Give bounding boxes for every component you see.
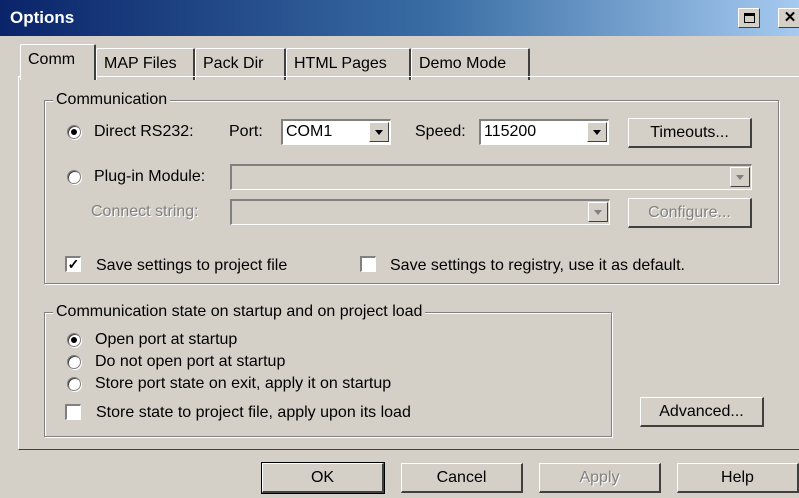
- open-port-radio[interactable]: [67, 333, 81, 347]
- speed-value: 115200: [484, 123, 537, 140]
- save-to-project-label: Save settings to project file: [96, 257, 288, 274]
- speed-select[interactable]: 115200: [479, 119, 609, 145]
- title-bar[interactable]: Options ✕: [0, 0, 799, 36]
- close-icon: ✕: [783, 9, 797, 26]
- chevron-down-icon[interactable]: [588, 202, 608, 222]
- direct-rs232-radio[interactable]: [67, 125, 81, 139]
- apply-button[interactable]: Apply: [539, 463, 661, 493]
- window-title: Options: [10, 8, 75, 27]
- save-to-registry-checkbox[interactable]: [360, 256, 376, 272]
- restore-icon: [744, 13, 755, 23]
- save-to-project-checkbox[interactable]: ✓: [65, 256, 81, 272]
- chevron-down-icon[interactable]: [369, 122, 389, 142]
- do-not-open-port-radio[interactable]: [67, 355, 81, 369]
- port-select[interactable]: COM1: [281, 119, 391, 145]
- store-state-checkbox[interactable]: [65, 404, 81, 420]
- restore-button[interactable]: [738, 8, 760, 28]
- chevron-down-icon[interactable]: [730, 167, 750, 187]
- help-button[interactable]: Help: [677, 463, 799, 493]
- connect-string-select[interactable]: [230, 199, 610, 225]
- communication-group-label: Communication: [53, 90, 171, 110]
- timeouts-button[interactable]: Timeouts...: [628, 118, 752, 148]
- advanced-button[interactable]: Advanced...: [640, 397, 764, 427]
- chevron-down-icon[interactable]: [587, 122, 607, 142]
- open-port-label: Open port at startup: [95, 331, 238, 348]
- speed-label: Speed:: [415, 123, 466, 140]
- cancel-button[interactable]: Cancel: [401, 463, 523, 493]
- ok-button[interactable]: OK: [261, 462, 385, 494]
- port-label: Port:: [229, 123, 263, 140]
- store-port-state-radio[interactable]: [67, 377, 81, 391]
- options-dialog: Options ✕ Comm MAP Files Pack Dir HTML P…: [0, 0, 799, 498]
- connect-string-label: Connect string:: [91, 203, 199, 220]
- close-button[interactable]: ✕: [778, 8, 799, 28]
- direct-rs232-label: Direct RS232:: [94, 123, 194, 140]
- plugin-module-select[interactable]: [230, 164, 752, 190]
- plugin-module-label: Plug-in Module:: [94, 168, 206, 185]
- do-not-open-port-label: Do not open port at startup: [95, 353, 286, 370]
- tab-comm[interactable]: Comm: [20, 44, 96, 80]
- startup-group-label: Communication state on startup and on pr…: [53, 302, 426, 322]
- save-to-registry-label: Save settings to registry, use it as def…: [390, 257, 685, 274]
- configure-button[interactable]: Configure...: [628, 198, 752, 228]
- plugin-module-radio[interactable]: [67, 170, 81, 184]
- store-port-state-label: Store port state on exit, apply it on st…: [95, 375, 392, 392]
- port-value: COM1: [286, 123, 333, 140]
- store-state-label: Store state to project file, apply upon …: [96, 404, 411, 421]
